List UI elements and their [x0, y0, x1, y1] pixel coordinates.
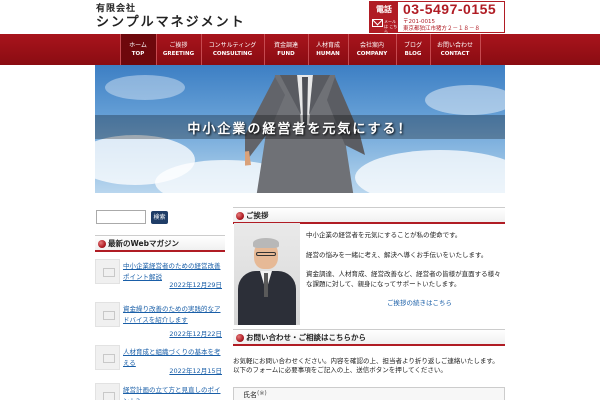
nav-en-label: FUND [277, 50, 295, 57]
nav-en-label: COMPANY [356, 50, 388, 57]
nav-item-top[interactable]: ホーム TOP [119, 34, 157, 65]
list-item: 人材育成と組織づくりの基本を考える 2022年12月15日 [95, 345, 225, 385]
nav-en-label: CONTACT [440, 50, 470, 57]
nav-item-company[interactable]: 会社案内 COMPANY [349, 34, 397, 65]
phone-label: 電話 [370, 2, 398, 17]
nav-item-contact[interactable]: お問い合わせ CONTACT [431, 34, 481, 65]
nav-item-human[interactable]: 人材育成 HUMAN [309, 34, 349, 65]
greeting-more-link[interactable]: ご挨拶の続きはこちら [387, 297, 452, 307]
nav-en-label: HUMAN [316, 50, 340, 57]
contact-text-3: 以下のフォームに必要事項をご記入の上、送信ボタンを押してください。 [233, 366, 447, 374]
search-input[interactable] [96, 210, 146, 224]
contact-heading-text: お問い合わせ・ご相談はこちらから [246, 333, 366, 342]
nav-en-label: BLOG [404, 50, 422, 57]
logo-company-name: シンプルマネジメント [96, 15, 246, 30]
list-item: 経営計画の立て方と見直しのポイント2 [95, 383, 225, 400]
photo-tie [264, 273, 268, 297]
post-thumbnail[interactable] [95, 259, 120, 284]
post-thumbnail[interactable] [95, 383, 120, 400]
nav-en-label: GREETING [162, 50, 195, 57]
contact-heading: お問い合わせ・ご相談はこちらから [233, 329, 505, 346]
list-item: 中小企業経営者のための経営改善ポイント解説 2022年12月29日 [95, 259, 225, 299]
greeting-heading: ご挨拶 [233, 207, 505, 224]
nav-en-label: TOP [131, 50, 145, 57]
street-address: 東京都狛江市猪方２－１８－８ [403, 26, 481, 32]
photo-glasses [256, 252, 276, 256]
sidebar-heading: 最新のWebマガジン [95, 235, 225, 252]
nav-jp-label: お問い合わせ [436, 41, 473, 49]
greeting-heading-text: ご挨拶 [246, 211, 269, 220]
post-date-link[interactable]: 2022年12月15日 [169, 365, 222, 375]
nav-jp-label: ご挨拶 [169, 41, 188, 49]
nav-en-label: CONSULTING [212, 50, 253, 57]
mail-link[interactable]: メールは こちら [370, 17, 398, 34]
nav-jp-label: 資金調達 [273, 41, 298, 49]
nav-item-fund[interactable]: 資金調達 FUND [265, 34, 309, 65]
required-mark: (※) [257, 390, 267, 397]
hero-banner: 中小企業の経営者を元気にする！ [95, 65, 505, 193]
global-nav: ホーム TOP ご挨拶 GREETING コンサルティング CONSULTING… [0, 34, 600, 65]
form-name-label: 氏名(※) [243, 390, 267, 400]
postal-code: 〒201-0015 [403, 19, 435, 25]
site-header: 有限会社 シンプルマネジメント 電話 メールは こちら 03-5497-0155… [0, 0, 600, 34]
post-date-link[interactable]: 2022年12月22日 [169, 328, 222, 338]
logo-company-type: 有限会社 [96, 4, 137, 14]
site-logo[interactable]: 有限会社 シンプルマネジメント [96, 4, 246, 31]
nav-jp-label: 人材育成 [315, 41, 340, 49]
hero-headline: 中小企業の経営者を元気にする！ [187, 122, 413, 137]
bullet-dot-icon [236, 334, 244, 342]
nav-item-consulting[interactable]: コンサルティング CONSULTING [202, 34, 265, 65]
nav-jp-label: コンサルティング [208, 41, 257, 49]
greeting-text-3: 資金調達、人材育成、経営改善など、経営者の皆様が直面する様々な課題に対して、親身… [306, 270, 501, 288]
cloud-shape [355, 150, 505, 193]
post-thumbnail[interactable] [95, 302, 120, 327]
nav-item-blog[interactable]: ブログ BLOG [397, 34, 431, 65]
mail-label: メールは こちら [384, 19, 398, 34]
post-title-link[interactable]: 資金繰り改善のための実践的なアドバイスを紹介します [123, 304, 223, 326]
post-title-link[interactable]: 経営計画の立て方と見直しのポイント2 [123, 385, 223, 400]
bullet-dot-icon [98, 240, 106, 248]
nav-jp-label: ホーム [129, 41, 147, 49]
address: 〒201-0015 東京都狛江市猪方２－１８－８ [403, 19, 480, 33]
greeting-text-2: 経営の悩みを一緒に考え、解決へ導くお手伝いをいたします。 [306, 251, 488, 259]
contact-text-4 [233, 375, 240, 384]
bullet-dot-icon [236, 212, 244, 220]
cloud-shape [425, 85, 505, 115]
contact-text-2: お気軽にお問い合わせください。内容を確認の上、担当者より折り返しご連絡いたします… [233, 357, 499, 365]
list-item: 資金繰り改善のための実践的なアドバイスを紹介します 2022年12月22日 [95, 302, 225, 342]
mail-icon [372, 19, 383, 27]
greeting-text-1: 中小企業の経営者を元気にすることが私の使命です。 [306, 231, 462, 239]
nav-jp-label: ブログ [403, 41, 422, 49]
contact-form-name-row: 氏名(※) [233, 387, 505, 400]
nav-menu: ホーム TOP ご挨拶 GREETING コンサルティング CONSULTING… [119, 34, 481, 65]
cloud-shape [105, 75, 185, 100]
sidebar-heading-text: 最新のWebマガジン [108, 239, 179, 248]
president-photo [234, 223, 300, 325]
contact-text-1 [233, 348, 240, 357]
nav-item-greeting[interactable]: ご挨拶 GREETING [157, 34, 202, 65]
phone-number: 03-5497-0155 [403, 1, 497, 17]
post-date-link[interactable]: 2022年12月29日 [169, 279, 222, 289]
post-thumbnail[interactable] [95, 345, 120, 370]
nav-jp-label: 会社案内 [359, 41, 384, 49]
search-button[interactable]: 検索 [151, 211, 168, 224]
header-contact-box[interactable]: 電話 メールは こちら 03-5497-0155 〒201-0015 東京都狛江… [369, 1, 505, 34]
form-name-label-text: 氏名 [243, 391, 257, 399]
photo-hair [253, 238, 279, 248]
